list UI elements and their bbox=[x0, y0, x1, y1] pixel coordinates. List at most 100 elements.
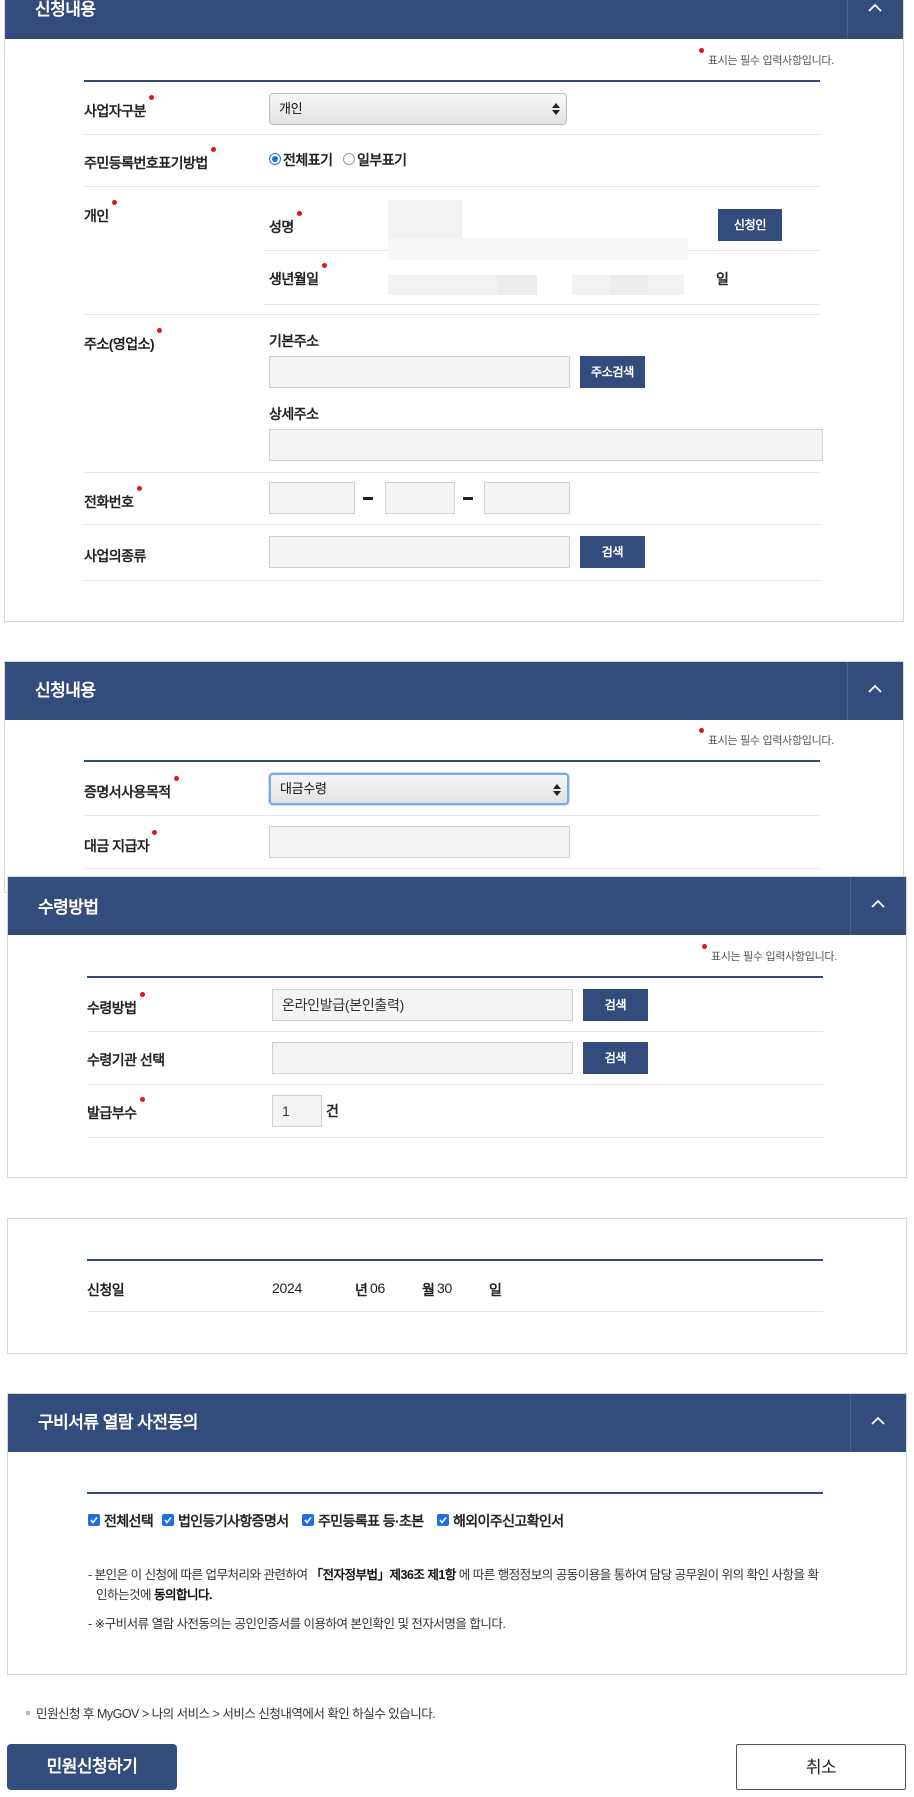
date-day-unit: 일 bbox=[489, 1282, 502, 1298]
label-address: 주소(영업소) bbox=[84, 328, 163, 354]
label-application-date: 신청일 bbox=[87, 1282, 125, 1298]
section-header[interactable]: 신청내용 bbox=[5, 0, 903, 39]
row-divider bbox=[87, 1137, 823, 1138]
table-top-line bbox=[87, 1492, 823, 1494]
business-kind-search-button[interactable]: 검색 bbox=[580, 536, 645, 568]
redacted-name-field bbox=[388, 200, 462, 238]
section-title: 구비서류 열람 사전동의 bbox=[38, 1413, 198, 1432]
label-birthdate: 생년월일 bbox=[269, 263, 327, 289]
label-business-type: 사업자구분 bbox=[84, 95, 154, 121]
birth-day-suffix: 일 bbox=[716, 271, 729, 287]
bullet-icon bbox=[26, 1710, 30, 1715]
section-title: 신청내용 bbox=[35, 0, 96, 19]
label-copies: 발급부수 bbox=[87, 1097, 145, 1123]
chevron-up-icon bbox=[871, 899, 885, 908]
chevron-up-icon bbox=[868, 684, 882, 693]
phone-input-1[interactable] bbox=[269, 482, 355, 514]
copies-input[interactable]: 1 bbox=[272, 1095, 322, 1127]
redacted-birth-field bbox=[610, 275, 648, 295]
agency-input[interactable] bbox=[272, 1042, 573, 1074]
row-divider bbox=[84, 580, 820, 581]
collapse-toggle[interactable] bbox=[850, 1394, 906, 1452]
business-kind-input[interactable] bbox=[269, 536, 570, 568]
radio-checked-icon bbox=[269, 153, 281, 166]
phone-input-3[interactable] bbox=[484, 482, 570, 514]
agency-search-button[interactable]: 검색 bbox=[583, 1042, 648, 1074]
label-individual: 개인 bbox=[84, 200, 117, 226]
applicant-button[interactable]: 신청인 bbox=[718, 209, 782, 241]
business-type-select[interactable]: 개인 bbox=[269, 93, 567, 125]
label-rrn-method: 주민등록번호표기방법 bbox=[84, 147, 216, 173]
row-divider bbox=[84, 524, 820, 525]
purpose-select[interactable]: 대금수령 bbox=[269, 773, 569, 805]
checkbox-checked-icon bbox=[437, 1514, 449, 1527]
address-search-button[interactable]: 주소검색 bbox=[580, 356, 645, 388]
chevron-up-icon bbox=[868, 3, 882, 12]
date-year-unit: 년 bbox=[355, 1282, 368, 1298]
select-arrows-icon bbox=[552, 103, 560, 115]
phone-input-2[interactable] bbox=[385, 482, 455, 514]
row-divider bbox=[87, 1311, 823, 1312]
label-business-kind: 사업의종류 bbox=[84, 548, 146, 564]
consent-notice: - 본인은 이 신청에 따른 업무처리와 관련하여 「전자정부법」제36조 제1… bbox=[88, 1568, 819, 1602]
required-note: 표시는 필수 입력사항입니다. bbox=[698, 48, 834, 68]
copies-unit: 건 bbox=[326, 1103, 339, 1119]
checkbox-checked-icon bbox=[162, 1514, 174, 1527]
phone-dash bbox=[463, 497, 473, 500]
section-header[interactable]: 신청내용 bbox=[5, 662, 903, 720]
basic-address-input[interactable] bbox=[269, 356, 570, 388]
checkbox-corporate-registry[interactable]: 법인등기사항증명서 bbox=[162, 1511, 289, 1531]
label-receipt-method: 수령방법 bbox=[87, 992, 145, 1018]
label-name: 성명 bbox=[269, 211, 302, 237]
checkbox-checked-icon bbox=[88, 1514, 100, 1527]
checkbox-emigration-report[interactable]: 해외이주신고확인서 bbox=[437, 1511, 564, 1531]
section-header[interactable]: 구비서류 열람 사전동의 bbox=[8, 1394, 906, 1452]
receipt-method-input[interactable]: 온라인발급(본인출력) bbox=[272, 989, 573, 1021]
date-month-unit: 월 bbox=[422, 1282, 435, 1298]
submit-application-button[interactable]: 민원신청하기 bbox=[7, 1744, 177, 1790]
checkbox-checked-icon bbox=[302, 1514, 314, 1527]
consent-notice-2: - ※구비서류 열람 사전동의는 공인인증서를 이용하여 본인확인 및 전자서명… bbox=[88, 1617, 506, 1631]
radio-full-display[interactable]: 전체표기 bbox=[269, 150, 333, 170]
row-divider bbox=[84, 472, 820, 473]
label-phone: 전화번호 bbox=[84, 486, 142, 512]
cancel-button[interactable]: 취소 bbox=[736, 1744, 906, 1790]
payer-input[interactable] bbox=[269, 826, 570, 858]
section-title: 신청내용 bbox=[35, 681, 96, 700]
required-dot bbox=[698, 48, 704, 53]
redacted-birth-field bbox=[388, 238, 688, 260]
table-top-line bbox=[84, 80, 820, 82]
section-title: 수령방법 bbox=[38, 898, 99, 917]
row-divider bbox=[84, 134, 820, 135]
label-payer: 대금 지급자 bbox=[84, 830, 158, 856]
collapse-toggle[interactable] bbox=[850, 877, 906, 935]
row-divider bbox=[263, 304, 820, 305]
redacted-birth-field bbox=[497, 275, 537, 295]
required-dot bbox=[698, 728, 704, 733]
row-divider bbox=[87, 1031, 823, 1032]
radio-partial-display[interactable]: 일부표기 bbox=[343, 150, 407, 170]
section-header[interactable]: 수령방법 bbox=[8, 877, 906, 935]
detail-address-input[interactable] bbox=[269, 429, 823, 461]
row-divider bbox=[87, 1084, 823, 1085]
chevron-up-icon bbox=[871, 1416, 885, 1425]
receipt-method-search-button[interactable]: 검색 bbox=[583, 989, 648, 1021]
table-top-line bbox=[87, 1259, 823, 1261]
date-day: 30 bbox=[437, 1280, 452, 1296]
checkbox-select-all[interactable]: 전체선택 bbox=[88, 1511, 154, 1531]
footnote: 민원신청 후 MyGOV > 나의 서비스 > 서비스 신청내역에서 확인 하실… bbox=[26, 1703, 436, 1722]
checkbox-resident-registration[interactable]: 주민등록표 등·초본 bbox=[302, 1511, 424, 1531]
phone-dash bbox=[363, 497, 373, 500]
label-detail-address: 상세주소 bbox=[269, 406, 319, 422]
collapse-toggle[interactable] bbox=[847, 662, 903, 720]
table-top-line bbox=[87, 976, 823, 978]
date-year: 2024 bbox=[272, 1280, 302, 1296]
required-dot bbox=[701, 944, 707, 949]
table-top-line bbox=[84, 760, 820, 762]
section-application-date bbox=[7, 1218, 907, 1354]
label-basic-address: 기본주소 bbox=[269, 333, 319, 349]
required-note: 표시는 필수 입력사항입니다. bbox=[698, 728, 834, 748]
section-receipt-method: 수령방법 bbox=[7, 876, 907, 1178]
required-note: 표시는 필수 입력사항입니다. bbox=[701, 944, 837, 964]
collapse-toggle[interactable] bbox=[847, 0, 903, 39]
